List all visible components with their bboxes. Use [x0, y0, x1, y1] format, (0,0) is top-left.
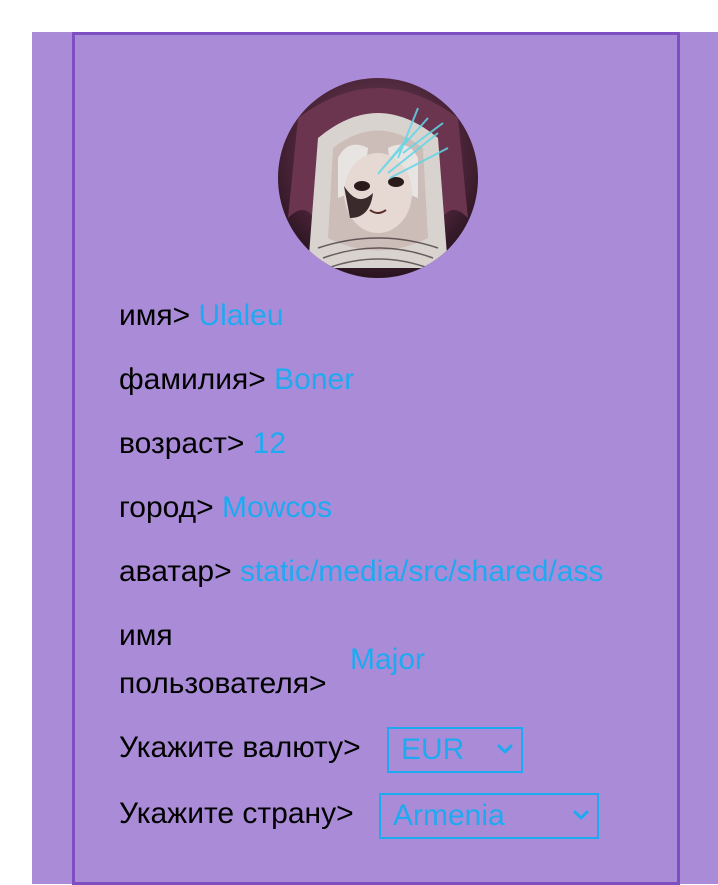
city-row: город> Mowcos [119, 484, 332, 532]
chevron-down-icon [573, 810, 589, 820]
city-value: Mowcos [222, 491, 333, 524]
age-row: возраст> 12 [119, 420, 286, 468]
avatar-label: аватар> [119, 555, 232, 588]
country-selected-value: Armenia [393, 799, 505, 832]
avatar-image [278, 78, 478, 278]
age-label: возраст> [119, 427, 245, 460]
first-name-row: имя> Ulaleu [119, 292, 284, 340]
currency-select[interactable]: EUR [387, 727, 523, 773]
last-name-value: Boner [274, 363, 355, 396]
last-name-label: фамилия> [119, 363, 266, 396]
age-value: 12 [252, 427, 287, 460]
country-label: Укажите страну> [119, 797, 354, 830]
country-select[interactable]: Armenia [379, 793, 599, 839]
city-label: город> [119, 491, 214, 524]
username-label-line2: пользователя> [119, 667, 327, 700]
currency-selected-value: EUR [401, 733, 465, 766]
profile-card: имя> Ulaleu фамилия> Boner возраст> 12 г… [72, 32, 680, 885]
first-name-label: имя> [119, 299, 191, 332]
avatar-row: аватар> static/media/src/shared/ass [119, 548, 603, 596]
chevron-down-icon [497, 744, 513, 754]
username-label-line1: имя [119, 619, 173, 652]
avatar-path-value: static/media/src/shared/ass [239, 555, 604, 588]
username-value: Major [350, 643, 426, 676]
avatar [278, 78, 478, 278]
last-name-row: фамилия> Boner [119, 356, 354, 404]
username-label: имя пользователя> [119, 612, 327, 708]
first-name-value: Ulaleu [198, 299, 284, 332]
currency-label: Укажите валюту> [119, 731, 361, 764]
